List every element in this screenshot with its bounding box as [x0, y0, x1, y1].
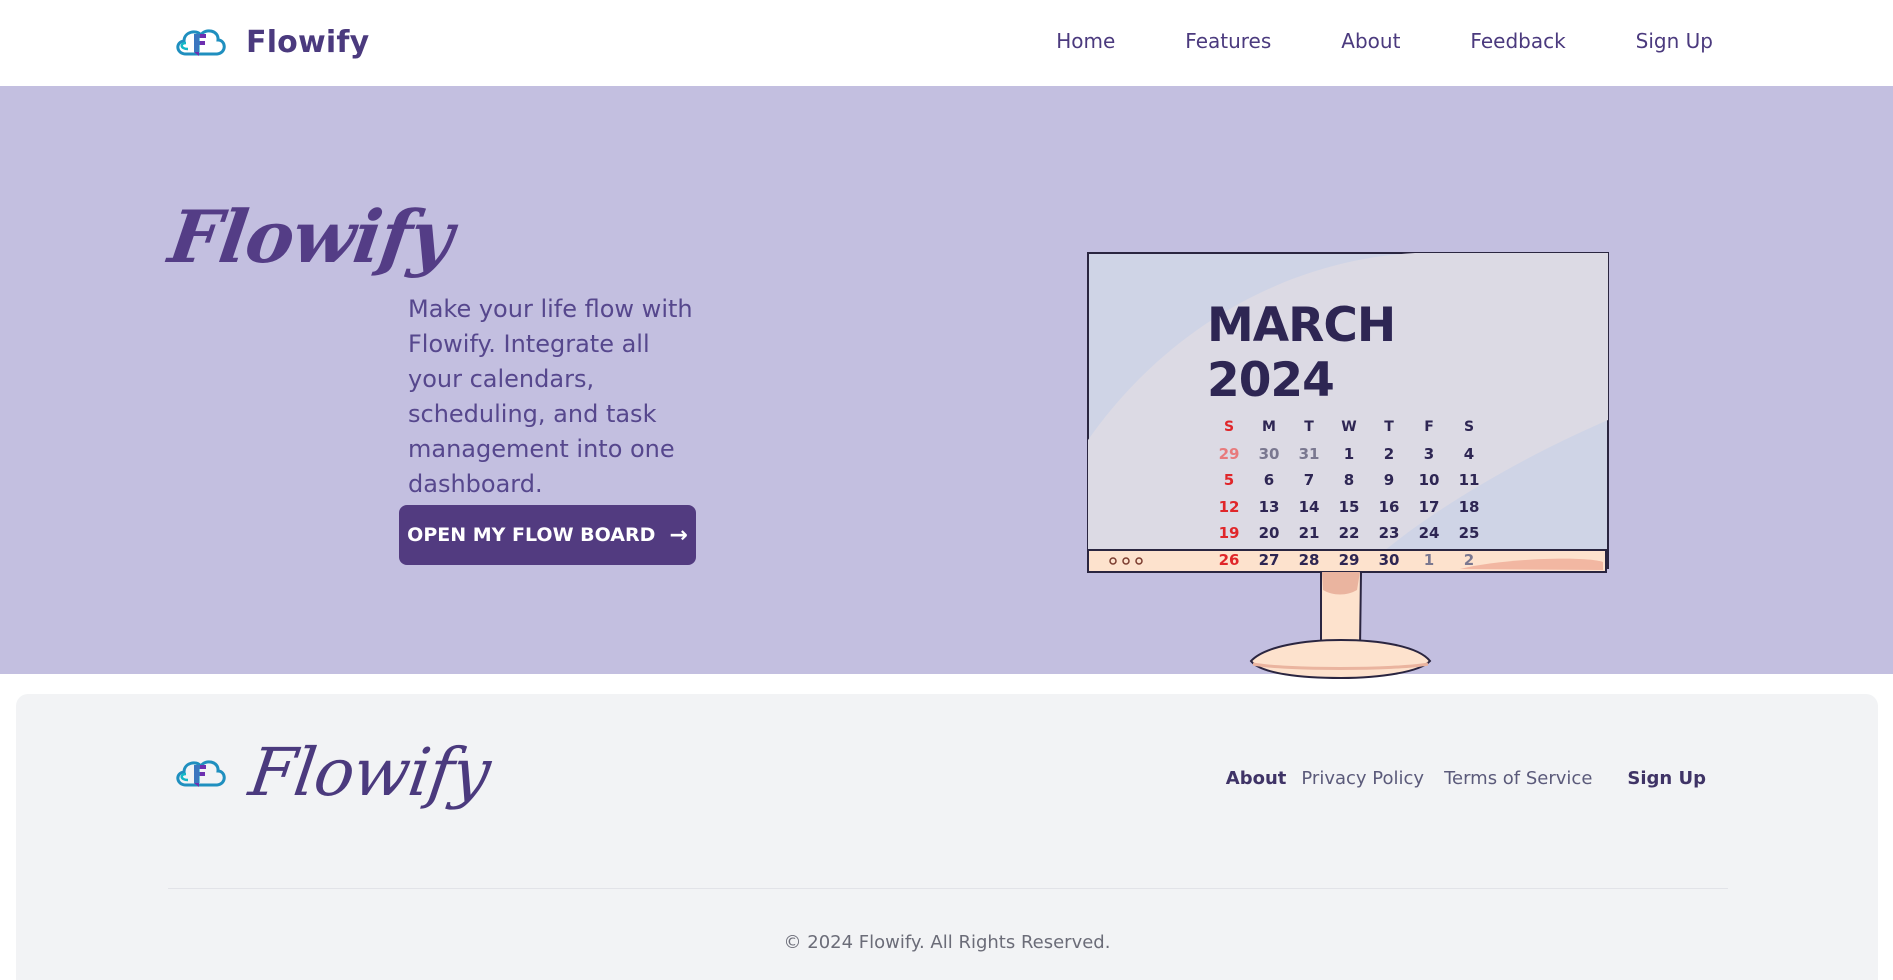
calendar-day: 3: [1423, 444, 1435, 463]
calendar-day: 14: [1298, 497, 1320, 516]
footer: Flowify About Privacy Policy Terms of Se…: [16, 694, 1878, 980]
calendar-day: 6: [1263, 471, 1275, 489]
calendar-day: 17: [1418, 497, 1440, 516]
calendar-day: 29: [1338, 550, 1360, 569]
hero-description: Make your life flow with Flowify. Integr…: [408, 295, 693, 498]
calendar-day: 1: [1343, 444, 1355, 463]
calendar-day: 21: [1298, 524, 1320, 542]
footer-link-privacy-policy[interactable]: Privacy Policy: [1301, 768, 1424, 789]
calendar-day: 30: [1258, 444, 1280, 463]
calendar-day: 7: [1303, 471, 1315, 489]
monitor-illustration: MARCH 2024 S M T W T F S 29 30 31 1 2 3 …: [1085, 250, 1610, 682]
brand[interactable]: Flowify: [172, 22, 369, 62]
calendar-day: 25: [1458, 524, 1480, 542]
calendar-day: 13: [1258, 497, 1280, 516]
calendar-day: 29: [1218, 444, 1240, 463]
calendar-day: 2: [1383, 444, 1395, 463]
weekday-sun: S: [1223, 419, 1235, 435]
cloud-logo-icon: [176, 759, 226, 787]
calendar-day: 26: [1218, 550, 1240, 569]
weekday-sat: S: [1463, 419, 1475, 435]
calendar-day: 10: [1418, 471, 1440, 489]
footer-brand-name: Flowify: [244, 734, 495, 811]
footer-link-terms-of-service[interactable]: Terms of Service: [1444, 768, 1592, 789]
arrow-right-icon: →: [669, 522, 688, 548]
calendar-day: 16: [1378, 497, 1400, 516]
calendar-day: 28: [1298, 550, 1320, 569]
calendar-day: 19: [1218, 524, 1240, 542]
calendar-day: 24: [1418, 524, 1440, 542]
calendar-day: 2: [1463, 550, 1475, 569]
calendar-grid: S M T W T F S 29 30 31 1 2 3 4 5 6 7 8 9…: [1209, 414, 1515, 573]
footer-link-about[interactable]: About: [1226, 768, 1287, 789]
calendar-day: 11: [1458, 471, 1480, 489]
nav-sign-up[interactable]: Sign Up: [1636, 29, 1713, 53]
weekday-mon: M: [1262, 419, 1276, 435]
footer-divider: [168, 888, 1728, 889]
calendar-day: 22: [1338, 524, 1360, 542]
navbar: Flowify Home Features About Feedback Sig…: [0, 0, 1893, 86]
nav-about[interactable]: About: [1341, 29, 1400, 53]
footer-link-sign-up[interactable]: Sign Up: [1627, 768, 1706, 789]
hero-title: Flowify: [164, 194, 458, 279]
calendar-day: 27: [1258, 550, 1280, 569]
footer-nav: About Privacy Policy Terms of Service Si…: [1226, 768, 1706, 789]
calendar-day: 15: [1338, 497, 1360, 516]
nav-feedback[interactable]: Feedback: [1470, 29, 1565, 53]
calendar-day: 18: [1458, 497, 1480, 516]
footer-brand[interactable]: Flowify: [172, 734, 494, 811]
copyright: © 2024 Flowify. All Rights Reserved.: [783, 932, 1111, 953]
calendar-day: 9: [1383, 471, 1395, 489]
calendar-day: 8: [1343, 471, 1355, 489]
open-flow-board-button[interactable]: OPEN MY FLOW BOARD →: [399, 505, 696, 565]
calendar-day: 23: [1378, 524, 1400, 542]
cloud-logo-icon: [176, 29, 226, 56]
weekday-thu: T: [1384, 419, 1394, 435]
weekday-tue: T: [1304, 419, 1314, 435]
weekday-wed: W: [1341, 419, 1357, 435]
calendar-day: 31: [1298, 444, 1320, 463]
hero-section: Flowify Make your life flow with Flowify…: [0, 86, 1893, 680]
brand-name: Flowify: [246, 24, 370, 60]
weekday-fri: F: [1424, 419, 1434, 435]
calendar-day: 4: [1463, 444, 1475, 463]
calendar-title: MARCH 2024: [1207, 298, 1396, 408]
nav-home[interactable]: Home: [1056, 29, 1115, 53]
calendar-day: 1: [1423, 550, 1435, 569]
calendar-day: 20: [1258, 524, 1280, 542]
nav-features[interactable]: Features: [1185, 29, 1271, 53]
calendar-day: 30: [1378, 550, 1400, 569]
cta-label: OPEN MY FLOW BOARD: [407, 524, 656, 546]
calendar-day: 5: [1223, 471, 1235, 489]
calendar: MARCH 2024 S M T W T F S 29 30 31 1 2 3 …: [1195, 298, 1515, 573]
calendar-day: 12: [1218, 497, 1240, 516]
main-nav: Home Features About Feedback Sign Up: [1056, 29, 1713, 53]
